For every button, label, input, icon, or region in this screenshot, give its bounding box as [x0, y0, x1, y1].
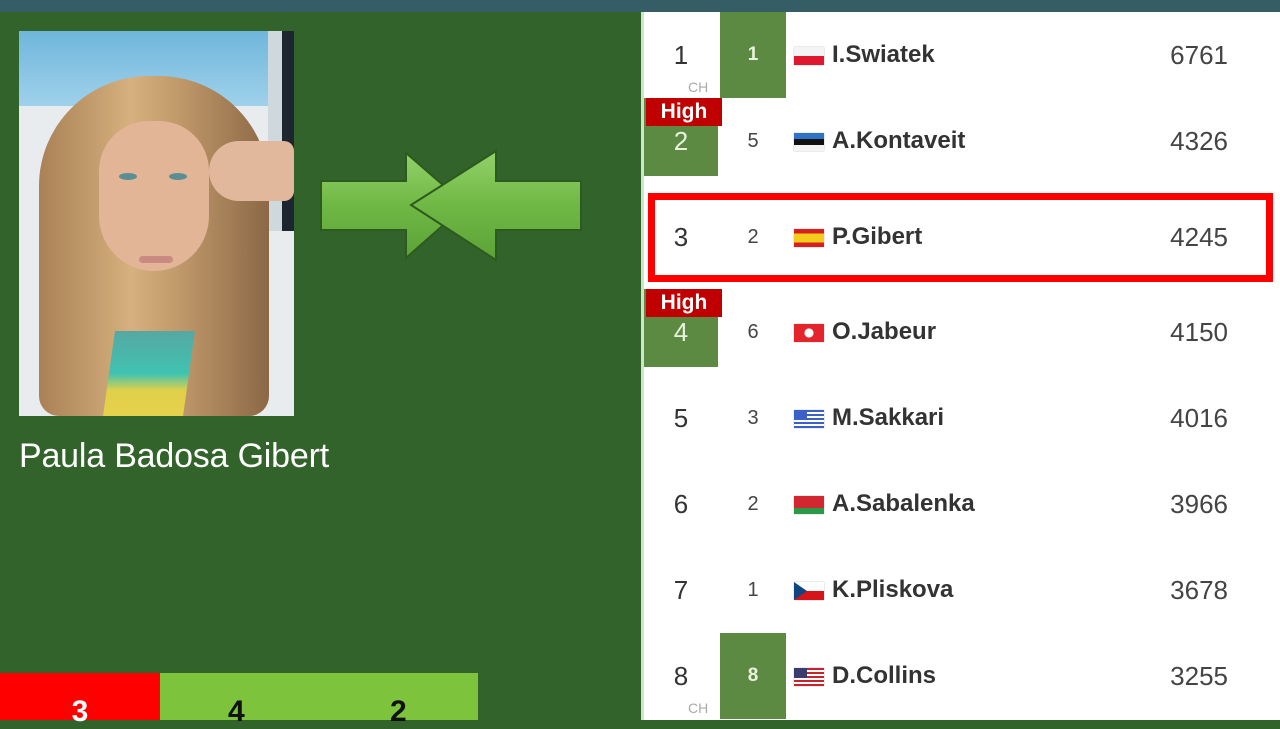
table-row[interactable]: 5 3 M.Sakkari 4016 — [644, 375, 1280, 461]
photo-eye-left — [119, 173, 137, 180]
career-high-badge: High — [646, 98, 722, 126]
rank-change-cell: 2 — [747, 493, 759, 515]
stat-value-1: 4 — [228, 695, 245, 728]
flag-canton — [794, 668, 807, 678]
photo-eye-right — [169, 173, 187, 180]
photo-window-edge — [282, 31, 294, 231]
player-name-link[interactable]: A.Sabalenka — [832, 461, 975, 547]
rank-value: 4 — [673, 317, 689, 347]
stat-box-green: 4 2 — [160, 673, 478, 728]
stat-value-2: 2 — [390, 695, 407, 728]
table-row[interactable]: 2 High 5 A.Kontaveit 4326 — [644, 98, 1280, 184]
photo-mouth — [139, 256, 173, 263]
points-value: 4150 — [1170, 317, 1228, 347]
rank-cell: 1 CH — [644, 12, 718, 98]
points-value: 3966 — [1170, 489, 1228, 519]
swap-arrows-icon — [320, 149, 582, 262]
rank-value: 2 — [673, 126, 689, 156]
tunisia-flag-icon — [794, 324, 824, 342]
arrow-left-icon — [409, 149, 582, 262]
rank-change-cell: 1 — [720, 12, 786, 98]
estonia-flag-icon — [794, 133, 824, 151]
rank-value: 7 — [673, 575, 689, 605]
poland-flag-icon — [794, 47, 824, 65]
table-row[interactable]: 7 1 K.Pliskova 3678 — [644, 547, 1280, 633]
rank-value: 8 — [673, 661, 689, 691]
photo-window-frame — [268, 31, 282, 231]
rank-cell: 7 — [644, 547, 718, 633]
player-name-link[interactable]: A.Kontaveit — [832, 98, 965, 184]
points-value: 4016 — [1170, 403, 1228, 433]
top-bar — [0, 0, 1280, 12]
flag-canton — [794, 410, 807, 420]
usa-flag-icon — [794, 668, 824, 686]
player-name-link[interactable]: K.Pliskova — [832, 547, 953, 633]
photo-shirt — [103, 331, 195, 416]
table-row[interactable]: 6 2 A.Sabalenka 3966 — [644, 461, 1280, 547]
rank-change-cell: 3 — [747, 407, 759, 429]
points-value: 4326 — [1170, 126, 1228, 156]
highlighted-row-border — [648, 193, 1273, 282]
points-value: 3255 — [1170, 661, 1228, 691]
photo-face — [99, 121, 209, 271]
player-name: Paula Badosa Gibert — [19, 437, 329, 475]
table-row[interactable]: 4 High 6 O.Jabeur 4150 — [644, 289, 1280, 375]
rank-value: 5 — [673, 403, 689, 433]
rank-change-cell: 6 — [747, 321, 759, 343]
rank-cell: 8 CH — [644, 633, 718, 719]
belarus-flag-icon — [794, 496, 824, 514]
rank-change-cell: 1 — [747, 579, 759, 601]
champion-label: CH — [688, 79, 709, 95]
champion-label: CH — [688, 700, 709, 716]
points-value: 6761 — [1170, 40, 1228, 70]
rank-cell: 5 — [644, 375, 718, 461]
rank-change-cell: 8 — [720, 633, 786, 719]
table-row[interactable]: 8 CH 8 D.Collins 3255 — [644, 633, 1280, 719]
stat-box-red: 3 — [0, 673, 160, 728]
player-photo — [19, 31, 294, 416]
career-high-badge: High — [646, 289, 722, 317]
player-name-link[interactable]: I.Swiatek — [832, 12, 935, 98]
player-name-link[interactable]: O.Jabeur — [832, 289, 936, 375]
photo-arm — [209, 141, 294, 201]
table-row[interactable]: 1 CH 1 I.Swiatek 6761 — [644, 12, 1280, 98]
player-name-link[interactable]: D.Collins — [832, 633, 936, 719]
greece-flag-icon — [794, 410, 824, 428]
points-value: 3678 — [1170, 575, 1228, 605]
czech-republic-flag-icon — [794, 582, 824, 600]
rank-value: 6 — [673, 489, 689, 519]
flag-triangle — [794, 582, 807, 600]
rank-value: 1 — [673, 40, 689, 70]
rank-change-cell: 5 — [747, 130, 759, 152]
rank-cell: 6 — [644, 461, 718, 547]
player-name-link[interactable]: M.Sakkari — [832, 375, 944, 461]
